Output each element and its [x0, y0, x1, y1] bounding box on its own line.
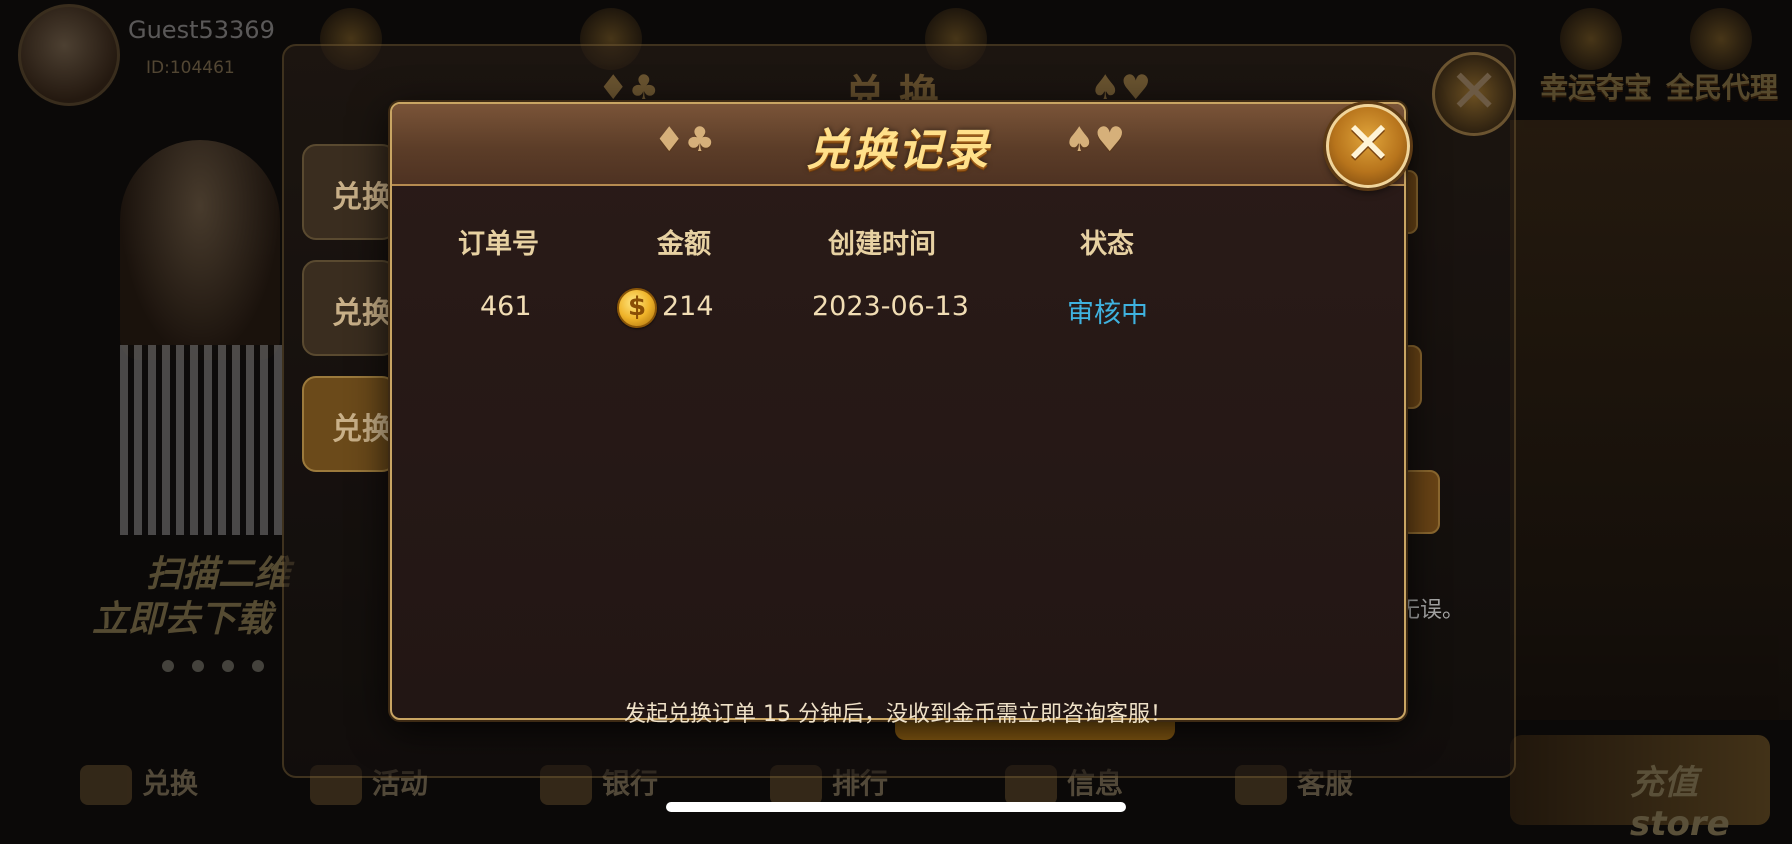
- created-date: 2023-06-13: [812, 291, 969, 322]
- amount-value: 214: [662, 291, 714, 322]
- column-header-amount: 金额: [657, 229, 711, 260]
- suits-right-icon: ♠♥: [1064, 120, 1125, 160]
- store-button[interactable]: 充值 store: [1510, 735, 1770, 844]
- player-id: ID:104461: [146, 58, 235, 78]
- column-header-status: 状态: [1080, 229, 1134, 260]
- exchange-record-dialog: ♦♣ 兑换记录 ♠♥ 订单号 金额 创建时间 状态 461 $ 214 2023…: [390, 102, 1406, 727]
- exchange-tab-active[interactable]: 兑换: [302, 376, 396, 472]
- qr-code: [120, 345, 285, 535]
- nav-exchange[interactable]: 兑换: [80, 762, 198, 805]
- footer-note: 发起兑换订单 15 分钟后，没收到金币需立即咨询客服！: [624, 702, 1172, 727]
- agent-icon[interactable]: [1690, 8, 1752, 70]
- exchange-tab[interactable]: 兑换: [302, 260, 396, 356]
- dialog-header: ♦♣ 兑换记录 ♠♥: [392, 104, 1404, 186]
- column-header-created-time: 创建时间: [828, 229, 936, 260]
- lucky-treasure-icon[interactable]: [1560, 8, 1622, 70]
- panel-side-button[interactable]: [1400, 470, 1440, 534]
- exchange-tab[interactable]: 兑换: [302, 144, 396, 240]
- status-badge: 审核中: [1067, 298, 1148, 329]
- qr-caption-line2: 立即去下载: [92, 599, 273, 640]
- panel-close-button[interactable]: ✕: [1432, 52, 1516, 136]
- exchange-icon: [80, 765, 132, 805]
- column-header-order-no: 订单号: [458, 229, 539, 260]
- order-number: 461: [480, 291, 532, 322]
- carousel-dots[interactable]: [162, 660, 264, 672]
- panel-note: 无误。: [1398, 598, 1465, 623]
- home-indicator[interactable]: [666, 802, 1126, 812]
- close-button[interactable]: ✕: [1326, 104, 1410, 188]
- promo-character: [120, 140, 280, 360]
- player-name: Guest53369: [128, 16, 275, 44]
- game-tiles[interactable]: [1510, 120, 1792, 720]
- lucky-treasure-label: 幸运夺宝: [1540, 71, 1653, 104]
- close-icon: ✕: [1343, 109, 1393, 177]
- dollar-coin-icon: $: [617, 288, 657, 328]
- agent-label: 全民代理: [1666, 71, 1779, 104]
- player-avatar[interactable]: [18, 4, 120, 106]
- dialog-title: 兑换记录: [806, 125, 990, 176]
